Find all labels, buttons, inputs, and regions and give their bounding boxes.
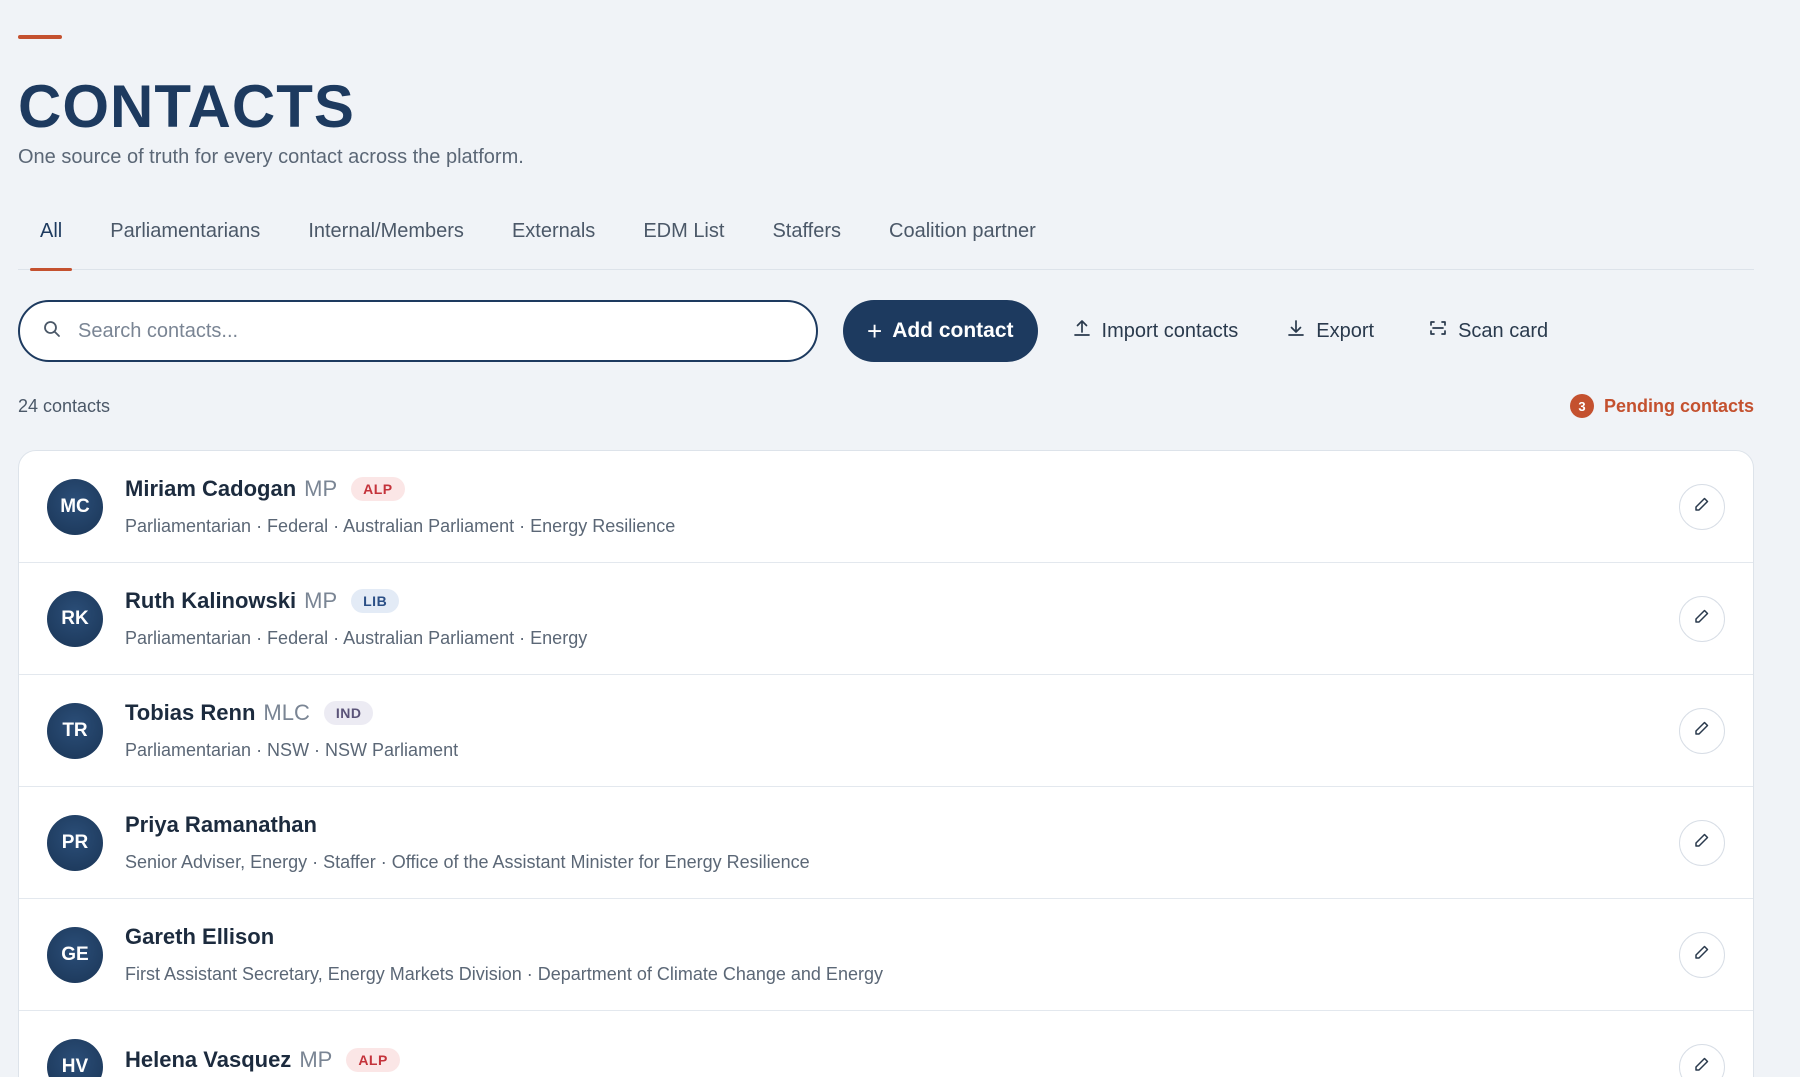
tab-coalition-partner[interactable]: Coalition partner (867, 210, 1058, 270)
list-item[interactable]: MC Miriam Cadogan MP ALP Parliamentarian… (19, 451, 1753, 563)
contact-title-suffix: MP (304, 588, 338, 613)
name-line: Tobias Renn MLC IND (125, 700, 458, 726)
accent-bar (18, 35, 62, 39)
contact-info: Ruth Kalinowski MP LIB Parliamentarian ·… (125, 588, 587, 649)
pending-count-badge: 3 (1569, 394, 1594, 418)
name-line: Priya Ramanathan (125, 812, 810, 838)
export-button[interactable]: Export (1286, 318, 1374, 344)
name-line: Gareth Ellison (125, 924, 883, 950)
contact-info: Gareth Ellison First Assistant Secretary… (125, 924, 883, 985)
import-contacts-label: Import contacts (1101, 319, 1239, 342)
download-icon (1286, 318, 1306, 344)
edit-button[interactable] (1679, 819, 1725, 866)
search-icon (42, 319, 62, 344)
contact-name: Helena Vasquez (125, 1046, 292, 1072)
search-input[interactable] (78, 319, 778, 343)
page-title: CONTACTS (18, 73, 355, 140)
search-box[interactable] (18, 300, 818, 362)
tab-all[interactable]: All (18, 210, 84, 271)
edit-button[interactable] (1679, 931, 1725, 978)
contact-name: Tobias Renn (125, 700, 256, 725)
party-badge: ALP (351, 477, 405, 501)
contact-info: Helena Vasquez MP ALP (125, 1047, 400, 1077)
edit-button[interactable] (1679, 595, 1725, 642)
contact-title-suffix: MP (299, 1046, 333, 1072)
scan-card-label: Scan card (1458, 319, 1549, 342)
contact-title-suffix: MP (304, 476, 338, 501)
scan-card-button[interactable]: Scan card (1428, 318, 1548, 344)
contact-tabs: All Parliamentarians Internal/Members Ex… (18, 210, 1754, 271)
party-badge: ALP (346, 1047, 400, 1072)
avatar: GE (47, 926, 103, 983)
avatar: TR (47, 702, 103, 759)
edit-button[interactable] (1679, 483, 1725, 530)
tab-parliamentarians[interactable]: Parliamentarians (88, 210, 282, 270)
avatar: RK (47, 590, 103, 647)
contact-info: Miriam Cadogan MP ALP Parliamentarian · … (125, 476, 675, 537)
page-subtitle: One source of truth for every contact ac… (18, 146, 524, 168)
pencil-icon (1693, 719, 1711, 742)
avatar: PR (47, 814, 103, 871)
add-contact-label: Add contact (892, 319, 1014, 342)
pending-contacts-label: Pending contacts (1603, 395, 1754, 416)
contact-title-suffix: MLC (263, 700, 310, 725)
list-item[interactable]: GE Gareth Ellison First Assistant Secret… (19, 899, 1753, 1011)
contact-details: Parliamentarian · Federal · Australian P… (125, 516, 676, 536)
contact-details: Parliamentarian · NSW · NSW Parliament (125, 740, 459, 760)
contact-name: Priya Ramanathan (125, 812, 317, 837)
list-item[interactable]: RK Ruth Kalinowski MP LIB Parliamentaria… (19, 563, 1753, 675)
contact-details: First Assistant Secretary, Energy Market… (125, 964, 883, 984)
name-line: Helena Vasquez MP ALP (125, 1047, 400, 1073)
list-item[interactable]: PR Priya Ramanathan Senior Adviser, Ener… (19, 787, 1753, 899)
contact-info: Tobias Renn MLC IND Parliamentarian · NS… (125, 700, 458, 761)
party-badge: LIB (351, 589, 400, 613)
edit-button[interactable] (1679, 1043, 1725, 1077)
pencil-icon (1693, 1055, 1711, 1077)
pencil-icon (1693, 607, 1711, 630)
pencil-icon (1693, 495, 1711, 518)
pending-contacts-link[interactable]: 3 Pending contacts (1569, 394, 1754, 418)
tab-externals[interactable]: Externals (490, 210, 617, 270)
pencil-icon (1693, 831, 1711, 854)
tab-edm-list[interactable]: EDM List (621, 210, 746, 270)
tab-staffers[interactable]: Staffers (750, 210, 863, 270)
upload-icon (1072, 318, 1092, 344)
name-line: Ruth Kalinowski MP LIB (125, 588, 587, 614)
party-badge: IND (323, 701, 374, 725)
contact-count: 24 contacts (18, 396, 111, 416)
add-contact-button[interactable]: + Add contact (843, 300, 1038, 362)
toolbar: + Add contact Import contacts Export Sca… (18, 300, 1548, 362)
avatar: MC (47, 478, 103, 535)
avatar: HV (47, 1038, 103, 1077)
edit-button[interactable] (1679, 707, 1725, 754)
list-item[interactable]: TR Tobias Renn MLC IND Parliamentarian ·… (19, 675, 1753, 787)
tab-internal-members[interactable]: Internal/Members (286, 210, 486, 270)
contact-info: Priya Ramanathan Senior Adviser, Energy … (125, 812, 810, 873)
export-label: Export (1316, 319, 1375, 342)
pencil-icon (1693, 943, 1711, 966)
contact-details: Parliamentarian · Federal · Australian P… (125, 628, 588, 648)
plus-icon: + (867, 316, 883, 346)
contact-name: Miriam Cadogan (125, 476, 297, 501)
import-contacts-button[interactable]: Import contacts (1072, 318, 1239, 344)
list-item[interactable]: HV Helena Vasquez MP ALP (19, 1011, 1753, 1077)
contact-list: MC Miriam Cadogan MP ALP Parliamentarian… (18, 450, 1754, 1077)
contact-name: Ruth Kalinowski (125, 588, 297, 613)
scan-icon (1428, 318, 1448, 344)
contact-name: Gareth Ellison (125, 924, 275, 949)
name-line: Miriam Cadogan MP ALP (125, 476, 675, 502)
contact-details: Senior Adviser, Energy · Staffer · Offic… (125, 852, 810, 872)
